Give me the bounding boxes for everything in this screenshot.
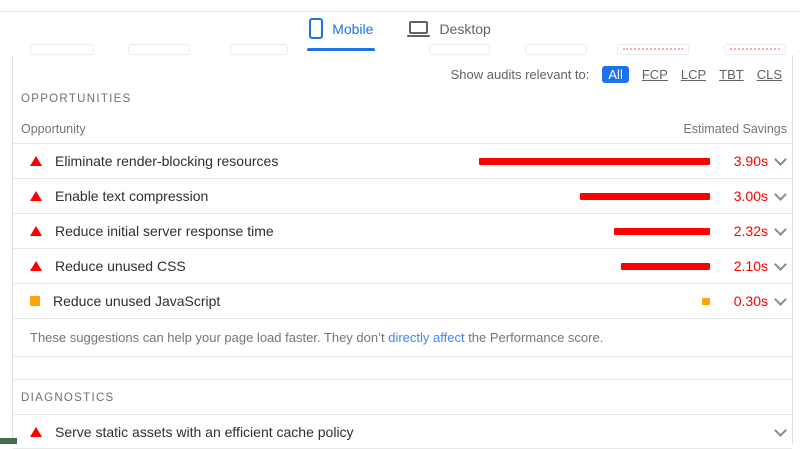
chevron-down-icon [772, 193, 788, 199]
opportunities-note: These suggestions can help your page loa… [13, 319, 792, 357]
cutoff-box [230, 44, 288, 55]
table-header: Opportunity Estimated Savings [13, 109, 792, 143]
diagnostic-title: Serve static assets with an efficient ca… [55, 424, 354, 440]
opportunity-title: Eliminate render-blocking resources [55, 153, 278, 169]
savings-bar [479, 158, 710, 165]
savings-bar-track [479, 228, 710, 235]
estimated-savings-value: 2.32s [712, 223, 768, 239]
savings-bar [621, 263, 710, 270]
desktop-laptop-icon [407, 21, 430, 37]
opportunity-row[interactable]: Eliminate render-blocking resources 3.90s [13, 144, 792, 179]
estimated-savings-value: 2.10s [712, 258, 768, 274]
chevron-down-icon [772, 158, 788, 164]
fail-triangle-icon [30, 191, 42, 201]
top-divider [0, 11, 800, 12]
savings-bar [580, 193, 710, 200]
tab-desktop-label: Desktop [439, 21, 490, 37]
savings-bar-track [479, 193, 710, 200]
filter-chip-all[interactable]: All [602, 66, 628, 83]
cutoff-green-element [0, 438, 17, 444]
estimated-savings-value: 3.90s [712, 153, 768, 169]
warn-square-icon [30, 296, 40, 306]
fail-triangle-icon [30, 156, 42, 166]
chevron-down-icon [772, 263, 788, 269]
mobile-phone-icon [309, 18, 323, 39]
opportunity-title: Reduce unused JavaScript [53, 293, 220, 309]
opportunity-title: Enable text compression [55, 188, 208, 204]
opportunity-title: Reduce unused CSS [55, 258, 186, 274]
chevron-down-icon [772, 228, 788, 234]
column-opportunity: Opportunity [21, 122, 86, 136]
tab-mobile[interactable]: Mobile [307, 16, 375, 55]
active-tab-underline [307, 48, 375, 51]
note-link[interactable]: directly affect [388, 330, 464, 345]
column-estimated-savings: Estimated Savings [683, 122, 787, 136]
estimated-savings-value: 0.30s [712, 293, 768, 309]
section-gap [13, 357, 792, 379]
diagnostics-section-title: DIAGNOSTICS [13, 380, 792, 408]
filter-chip-cls[interactable]: CLS [757, 67, 782, 82]
cutoff-box [724, 44, 786, 55]
opportunities-section-title: OPPORTUNITIES [13, 85, 792, 109]
note-text: the Performance score. [465, 330, 604, 345]
filter-label: Show audits relevant to: [451, 67, 590, 82]
cutoff-box [30, 44, 94, 55]
savings-bar-track [479, 158, 710, 165]
cutoff-box [429, 44, 490, 55]
fail-triangle-icon [30, 261, 42, 271]
filter-chips: All FCP LCP TBT CLS [602, 66, 782, 83]
opportunity-row[interactable]: Reduce initial server response time 2.32s [13, 214, 792, 249]
opportunity-row[interactable]: Reduce unused CSS 2.10s [13, 249, 792, 284]
tab-mobile-label: Mobile [332, 21, 373, 37]
cutoff-box [128, 44, 190, 55]
chevron-down-icon [772, 298, 788, 304]
fail-triangle-icon [30, 226, 42, 236]
filter-chip-lcp[interactable]: LCP [681, 67, 706, 82]
opportunity-title: Reduce initial server response time [55, 223, 274, 239]
audit-filter-bar: Show audits relevant to: All FCP LCP TBT CLS [13, 55, 792, 85]
savings-bar-track [479, 263, 710, 270]
filter-chip-fcp[interactable]: FCP [642, 67, 668, 82]
filter-chip-tbt[interactable]: TBT [719, 67, 744, 82]
chevron-down-icon [772, 429, 788, 435]
opportunities-rows: Eliminate render-blocking resources 3.90s… [13, 144, 792, 319]
note-text: These suggestions can help your page loa… [30, 330, 388, 345]
report-card: Show audits relevant to: All FCP LCP TBT CLS… [12, 55, 793, 444]
savings-bar-track [479, 298, 710, 305]
estimated-savings-value: 3.00s [712, 188, 768, 204]
savings-bar [702, 298, 710, 305]
fail-triangle-icon [30, 427, 42, 437]
cutoff-box [617, 44, 689, 55]
opportunity-row[interactable]: Reduce unused JavaScript 0.30s [13, 284, 792, 319]
cutoff-box [525, 44, 587, 55]
opportunity-row[interactable]: Enable text compression 3.00s [13, 179, 792, 214]
savings-bar [614, 228, 710, 235]
